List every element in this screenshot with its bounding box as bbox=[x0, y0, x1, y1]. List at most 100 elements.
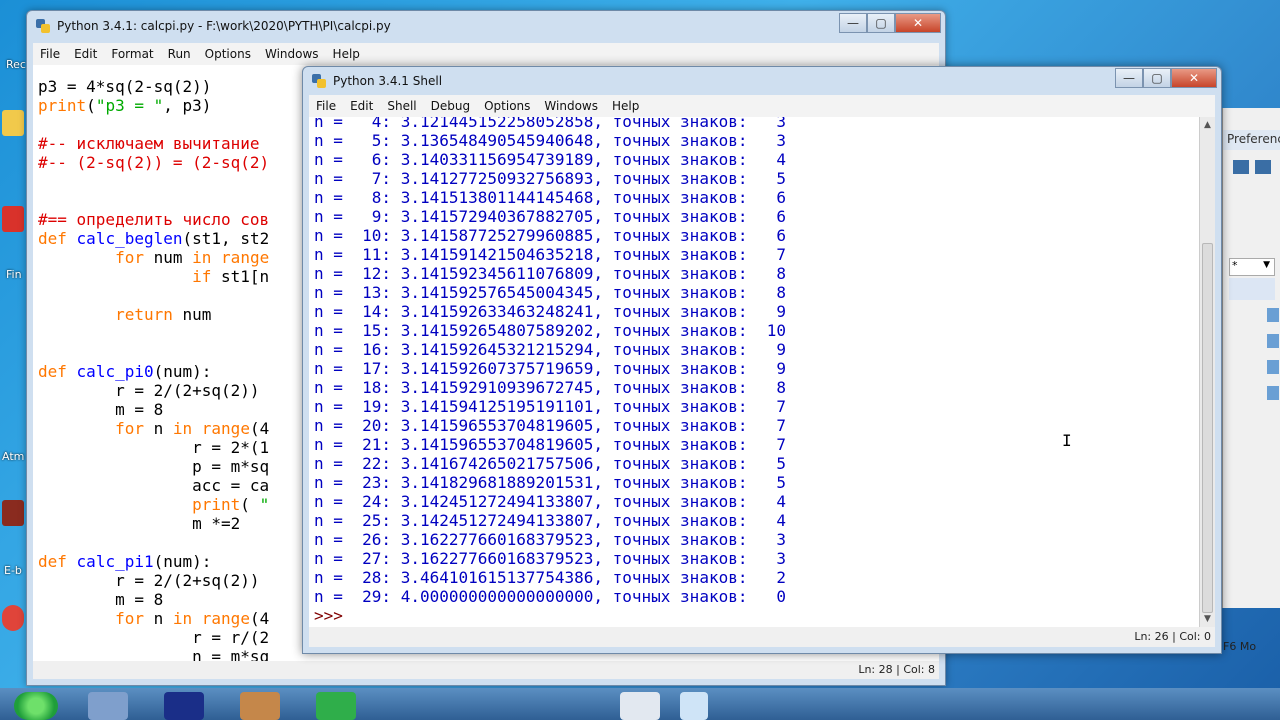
scroll-up-icon[interactable]: ▲ bbox=[1200, 117, 1215, 133]
code-token: p = m*sq bbox=[38, 457, 270, 476]
editor-menubar: File Edit Format Run Options Windows Hel… bbox=[33, 43, 939, 65]
editor-window-buttons: — ▢ ✕ bbox=[839, 13, 941, 33]
shell-output-line: n = 23: 3.141829681889201531, точных зна… bbox=[314, 473, 787, 492]
scroll-down-icon[interactable]: ▼ bbox=[1200, 611, 1215, 627]
shell-window-buttons: — ▢ ✕ bbox=[1115, 68, 1217, 88]
shell-output-line: n = 29: 4.000000000000000000, точных зна… bbox=[314, 587, 787, 606]
taskbar-app-icon[interactable] bbox=[240, 692, 280, 720]
maximize-button[interactable]: ▢ bbox=[1143, 68, 1171, 88]
menu-help[interactable]: Help bbox=[326, 47, 367, 61]
shell-output-line: n = 11: 3.141591421504635218, точных зна… bbox=[314, 245, 787, 264]
shell-output-line: n = 19: 3.141594125195191101, точных зна… bbox=[314, 397, 787, 416]
shell-output-line: n = 13: 3.141592576545004345, точных зна… bbox=[314, 283, 787, 302]
code-token: if bbox=[192, 267, 212, 286]
taskbar-app-icon[interactable] bbox=[164, 692, 204, 720]
code-token: def bbox=[38, 229, 67, 248]
background-dropdown[interactable]: * ▼ bbox=[1229, 258, 1275, 276]
background-selected-row[interactable] bbox=[1229, 278, 1275, 300]
chevron-down-icon: ▼ bbox=[1263, 260, 1270, 270]
code-token: range bbox=[201, 419, 250, 438]
shell-output-line: n = 10: 3.141587725279960885, точных зна… bbox=[314, 226, 787, 245]
code-token: num bbox=[143, 248, 193, 267]
side-icon[interactable] bbox=[1267, 386, 1279, 400]
taskbar-app-icon[interactable] bbox=[316, 692, 356, 720]
taskbar-app-icon[interactable] bbox=[680, 692, 708, 720]
shell-prompt[interactable]: >>> bbox=[314, 606, 1199, 625]
code-token: range bbox=[201, 609, 250, 628]
menu-options[interactable]: Options bbox=[198, 47, 258, 61]
menu-options[interactable]: Options bbox=[477, 99, 537, 113]
shell-output-line: n = 9: 3.141572940367882705, точных знак… bbox=[314, 207, 787, 226]
menu-windows[interactable]: Windows bbox=[537, 99, 605, 113]
menu-edit[interactable]: Edit bbox=[67, 47, 104, 61]
start-button[interactable] bbox=[14, 692, 58, 720]
code-token: for bbox=[115, 609, 144, 628]
toolbar-icon[interactable] bbox=[1255, 160, 1271, 174]
code-token: r = r/(2 bbox=[38, 628, 270, 647]
taskbar-virtualbox-icon[interactable] bbox=[88, 692, 128, 720]
taskbar bbox=[0, 688, 1280, 720]
code-token: r = 2/(2+sq(2)) bbox=[38, 571, 260, 590]
preferences-header: Preference bbox=[1223, 130, 1280, 150]
menu-file[interactable]: File bbox=[309, 99, 343, 113]
code-token: (4 bbox=[249, 609, 270, 628]
minimize-button[interactable]: — bbox=[1115, 68, 1143, 88]
menu-windows[interactable]: Windows bbox=[258, 47, 326, 61]
menu-run[interactable]: Run bbox=[161, 47, 198, 61]
menu-help[interactable]: Help bbox=[605, 99, 646, 113]
code-token: ( bbox=[86, 96, 96, 115]
shell-output-line: n = 5: 3.136548490545940648, точных знак… bbox=[314, 131, 787, 150]
shell-output-line: n = 17: 3.141592607375719659, точных зна… bbox=[314, 359, 787, 378]
shell-output-line: n = 6: 3.140331156954739189, точных знак… bbox=[314, 150, 787, 169]
code-token: (num): bbox=[153, 362, 212, 381]
menu-file[interactable]: File bbox=[33, 47, 67, 61]
shell-vertical-scrollbar[interactable]: ▲ ▼ bbox=[1199, 117, 1215, 627]
background-toolbar bbox=[1233, 160, 1271, 174]
menu-debug[interactable]: Debug bbox=[424, 99, 477, 113]
taskbar-python-icon[interactable] bbox=[620, 692, 660, 720]
code-token: n bbox=[143, 419, 173, 438]
shell-output-line: n = 4: 3.121445152258052858, точных знак… bbox=[314, 117, 787, 131]
maximize-button[interactable]: ▢ bbox=[867, 13, 895, 33]
shell-window: Python 3.4.1 Shell — ▢ ✕ File Edit Shell… bbox=[302, 66, 1222, 654]
side-icon[interactable] bbox=[1267, 334, 1279, 348]
text-cursor-icon: I bbox=[1062, 431, 1072, 450]
close-button[interactable]: ✕ bbox=[895, 13, 941, 33]
editor-status-bar: Ln: 28 | Col: 8 bbox=[33, 661, 939, 679]
code-token: " bbox=[259, 495, 270, 514]
scrollbar-thumb[interactable] bbox=[1202, 243, 1213, 613]
side-icon[interactable] bbox=[1267, 308, 1279, 322]
menu-edit[interactable]: Edit bbox=[343, 99, 380, 113]
side-icon[interactable] bbox=[1267, 360, 1279, 374]
menu-format[interactable]: Format bbox=[104, 47, 160, 61]
background-footer-text: F6 Mo bbox=[1223, 640, 1257, 653]
shell-output-line: n = 25: 3.142451272494133807, точных зна… bbox=[314, 511, 787, 530]
background-application: Preference *▼ F6 Mo bbox=[1222, 108, 1280, 653]
code-token: calc_beglen bbox=[76, 229, 183, 248]
editor-titlebar[interactable]: Python 3.4.1: calcpi.py - F:\work\2020\P… bbox=[27, 11, 945, 41]
shell-menubar: File Edit Shell Debug Options Windows He… bbox=[309, 95, 1215, 117]
desktop-folder-icon[interactable] bbox=[2, 110, 24, 136]
python-icon bbox=[35, 18, 51, 34]
shell-output-line: n = 28: 3.464101615137754386, точных зна… bbox=[314, 568, 787, 587]
desktop-doc-icon[interactable] bbox=[2, 500, 24, 526]
code-token: st1[n bbox=[211, 267, 270, 286]
desktop-red-icon[interactable] bbox=[2, 605, 24, 631]
code-token: for bbox=[115, 248, 144, 267]
toolbar-icon[interactable] bbox=[1233, 160, 1249, 174]
shell-output-line: n = 18: 3.141592910939672745, точных зна… bbox=[314, 378, 787, 397]
menu-shell[interactable]: Shell bbox=[380, 99, 423, 113]
desktop-app-icon[interactable] bbox=[2, 206, 24, 232]
shell-output[interactable]: n = 4: 3.121445152258052858, точных знак… bbox=[309, 117, 1199, 627]
code-token: r = 2*(1 bbox=[38, 438, 270, 457]
shell-output-line: n = 15: 3.141592654807589202, точных зна… bbox=[314, 321, 787, 340]
minimize-button[interactable]: — bbox=[839, 13, 867, 33]
close-button[interactable]: ✕ bbox=[1171, 68, 1217, 88]
shell-titlebar[interactable]: Python 3.4.1 Shell — ▢ ✕ bbox=[303, 67, 1221, 95]
code-token: m = 8 bbox=[38, 590, 164, 609]
